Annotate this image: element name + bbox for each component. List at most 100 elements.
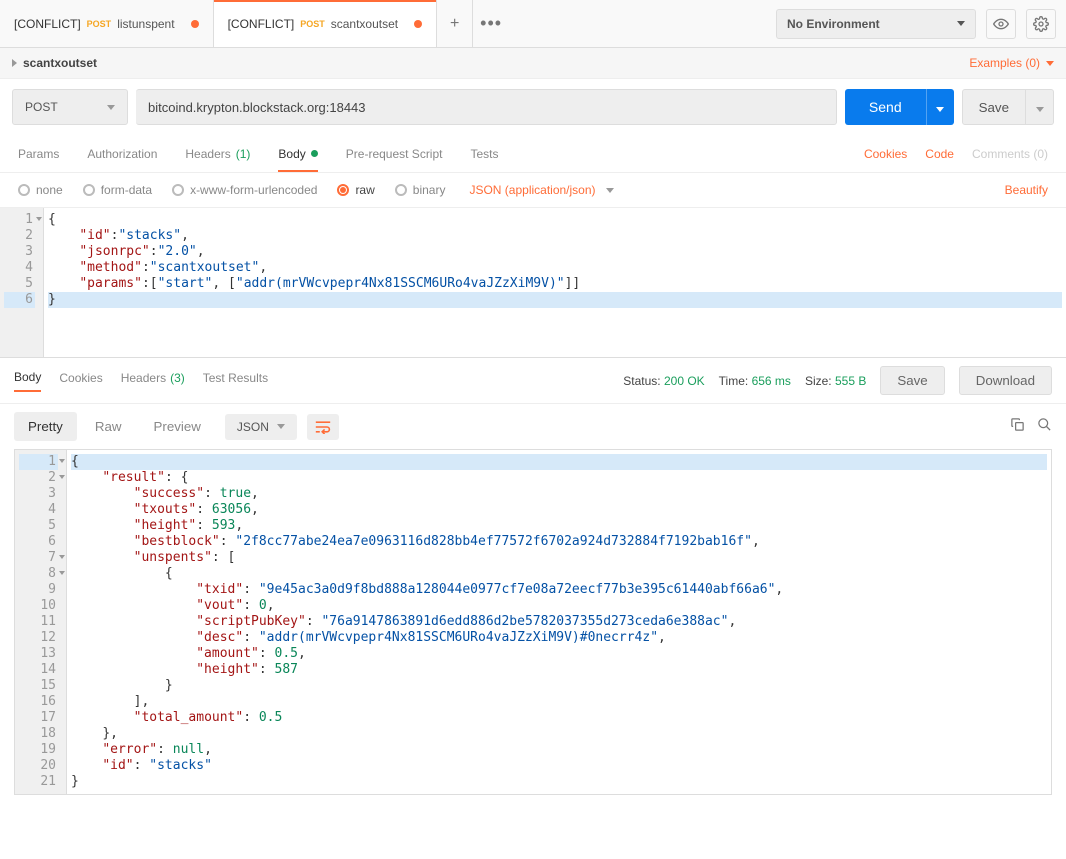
eye-icon bbox=[993, 16, 1009, 32]
response-type-dropdown[interactable]: JSON bbox=[225, 414, 297, 440]
preview-env-button[interactable] bbox=[986, 9, 1016, 39]
response-body-editor[interactable]: 123456789101112131415161718192021 { "res… bbox=[14, 449, 1052, 795]
radio-label: form-data bbox=[101, 183, 152, 197]
beautify-button[interactable]: Beautify bbox=[1005, 183, 1048, 197]
radio-icon bbox=[18, 184, 30, 196]
response-content: { "result": { "success": true, "txouts":… bbox=[67, 450, 1051, 794]
tab-prerequest[interactable]: Pre-request Script bbox=[346, 135, 443, 172]
dirty-dot-icon bbox=[414, 20, 422, 28]
response-tab-cookies[interactable]: Cookies bbox=[59, 370, 102, 392]
response-tab-body[interactable]: Body bbox=[14, 370, 41, 392]
chevron-down-icon bbox=[107, 105, 115, 110]
gear-icon bbox=[1033, 16, 1049, 32]
breadcrumb[interactable]: scantxoutset bbox=[12, 56, 97, 70]
method-label: POST bbox=[25, 100, 58, 114]
chevron-down-icon bbox=[1046, 61, 1054, 66]
more-tabs-button[interactable]: ••• bbox=[473, 0, 509, 47]
code-link[interactable]: Code bbox=[925, 147, 954, 161]
chevron-down-icon bbox=[606, 188, 614, 193]
chevron-down-icon bbox=[1036, 107, 1044, 112]
search-response-button[interactable] bbox=[1037, 417, 1052, 437]
tab-listunspent[interactable]: [CONFLICT] POST listunspent bbox=[0, 0, 214, 47]
tab-params[interactable]: Params bbox=[18, 135, 59, 172]
examples-label: Examples (0) bbox=[969, 56, 1040, 70]
radio-urlencoded[interactable]: x-www-form-urlencoded bbox=[172, 183, 317, 197]
headers-count: (3) bbox=[170, 371, 185, 385]
response-tabs-row: Body Cookies Headers (3) Test Results St… bbox=[0, 358, 1066, 404]
body-label: Body bbox=[278, 147, 305, 161]
tab-authorization[interactable]: Authorization bbox=[87, 135, 157, 172]
tab-tests[interactable]: Tests bbox=[470, 135, 498, 172]
headers-label: Headers bbox=[185, 147, 230, 161]
content-type-dropdown[interactable]: JSON (application/json) bbox=[469, 183, 613, 197]
size-container: Size: 555 B bbox=[805, 374, 866, 388]
send-button[interactable]: Send bbox=[845, 89, 926, 125]
response-type-label: JSON bbox=[237, 420, 269, 434]
examples-button[interactable]: Examples (0) bbox=[969, 56, 1054, 70]
headers-count: (1) bbox=[236, 147, 251, 161]
response-tab-tests[interactable]: Test Results bbox=[203, 370, 268, 392]
save-response-button[interactable]: Save bbox=[880, 366, 944, 395]
body-type-row: none form-data x-www-form-urlencoded raw… bbox=[0, 173, 1066, 208]
method-badge: POST bbox=[300, 19, 325, 29]
radio-raw[interactable]: raw bbox=[337, 183, 374, 197]
download-button[interactable]: Download bbox=[959, 366, 1052, 395]
radio-binary[interactable]: binary bbox=[395, 183, 446, 197]
caret-right-icon bbox=[12, 59, 17, 67]
tab-headers[interactable]: Headers (1) bbox=[185, 135, 250, 172]
search-icon bbox=[1037, 417, 1052, 432]
request-tabs: Params Authorization Headers (1) Body Pr… bbox=[0, 135, 1066, 173]
method-dropdown[interactable]: POST bbox=[12, 89, 128, 125]
cookies-link[interactable]: Cookies bbox=[864, 147, 907, 161]
response-tab-headers[interactable]: Headers (3) bbox=[121, 370, 185, 392]
save-options-button[interactable] bbox=[1026, 89, 1054, 125]
content-type-label: JSON (application/json) bbox=[469, 183, 595, 197]
radio-icon bbox=[83, 184, 95, 196]
url-input[interactable] bbox=[136, 89, 837, 125]
radio-label: raw bbox=[355, 183, 374, 197]
copy-button[interactable] bbox=[1010, 417, 1025, 437]
chevron-down-icon bbox=[936, 107, 944, 112]
radio-label: none bbox=[36, 183, 63, 197]
time-container: Time: 656 ms bbox=[719, 374, 791, 388]
request-url-row: POST Send Save bbox=[0, 79, 1066, 135]
chevron-down-icon bbox=[277, 424, 285, 429]
environment-area: No Environment bbox=[766, 9, 1066, 39]
wrap-lines-button[interactable] bbox=[307, 414, 339, 440]
response-view-row: Pretty Raw Preview JSON bbox=[0, 404, 1066, 449]
top-bar: [CONFLICT] POST listunspent [CONFLICT] P… bbox=[0, 0, 1066, 48]
add-tab-button[interactable]: + bbox=[437, 0, 473, 47]
tab-title: listunspent bbox=[117, 17, 174, 31]
radio-icon bbox=[337, 184, 349, 196]
tab-body[interactable]: Body bbox=[278, 135, 317, 172]
tab-title: scantxoutset bbox=[331, 17, 398, 31]
radio-icon bbox=[172, 184, 184, 196]
request-body-editor[interactable]: 123456 { "id":"stacks", "jsonrpc":"2.0",… bbox=[0, 208, 1066, 358]
environment-label: No Environment bbox=[787, 17, 880, 31]
status-container: Status: 200 OK bbox=[623, 374, 704, 388]
view-pretty[interactable]: Pretty bbox=[14, 412, 77, 441]
copy-icon bbox=[1010, 417, 1025, 432]
radio-none[interactable]: none bbox=[18, 183, 63, 197]
environment-dropdown[interactable]: No Environment bbox=[776, 9, 976, 39]
send-options-button[interactable] bbox=[926, 89, 954, 125]
editor-content: { "id":"stacks", "jsonrpc":"2.0", "metho… bbox=[44, 208, 1066, 357]
size-label: Size: bbox=[805, 374, 832, 388]
radio-label: x-www-form-urlencoded bbox=[190, 183, 317, 197]
radio-icon bbox=[395, 184, 407, 196]
settings-button[interactable] bbox=[1026, 9, 1056, 39]
size-value: 555 B bbox=[835, 374, 866, 388]
time-value: 656 ms bbox=[752, 374, 791, 388]
body-indicator-icon bbox=[311, 150, 318, 157]
conflict-label: [CONFLICT] bbox=[14, 17, 81, 31]
response-gutter: 123456789101112131415161718192021 bbox=[15, 450, 67, 794]
tab-scantxoutset[interactable]: [CONFLICT] POST scantxoutset bbox=[214, 0, 438, 47]
view-preview[interactable]: Preview bbox=[139, 412, 214, 441]
save-button[interactable]: Save bbox=[962, 89, 1026, 125]
comments-link[interactable]: Comments (0) bbox=[972, 147, 1048, 161]
time-label: Time: bbox=[719, 374, 749, 388]
tabs-container: [CONFLICT] POST listunspent [CONFLICT] P… bbox=[0, 0, 766, 47]
radio-formdata[interactable]: form-data bbox=[83, 183, 152, 197]
view-raw[interactable]: Raw bbox=[81, 412, 136, 441]
dirty-dot-icon bbox=[191, 20, 199, 28]
